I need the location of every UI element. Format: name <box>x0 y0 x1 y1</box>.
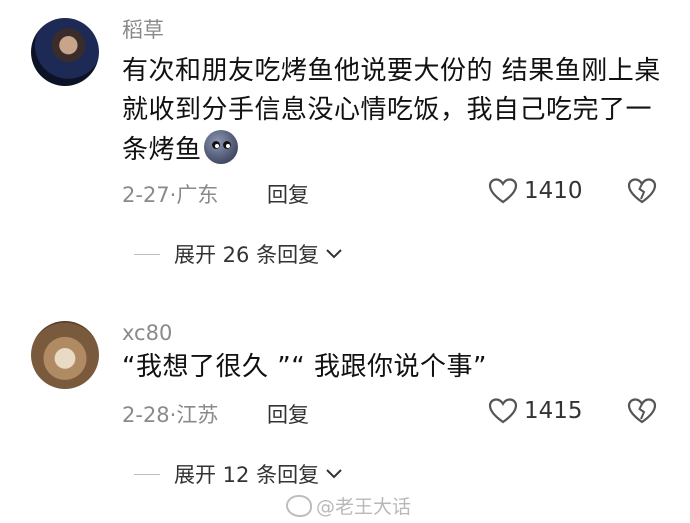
reply-button[interactable]: 回复 <box>267 399 309 429</box>
weibo-logo-icon <box>286 494 312 517</box>
comment-text: “我想了很久 ”“ 我跟你说个事” <box>122 352 487 382</box>
username[interactable]: xc80 <box>122 321 172 345</box>
face-emoji-icon <box>203 130 238 164</box>
comment-text-body: 有次和朋友吃烤鱼他说要大份的 结果鱼刚上桌就收到分手信息没心情吃饭，我自己吃完了… <box>122 56 661 165</box>
username[interactable]: 稻草 <box>122 14 164 44</box>
dislike-button[interactable] <box>627 177 657 210</box>
expand-replies-button[interactable]: 展开 26 条回复 <box>134 239 343 269</box>
expand-replies-button[interactable]: 展开 12 条回复 <box>134 459 343 489</box>
date-location: 2-27·广东 <box>122 183 219 207</box>
chevron-down-icon <box>326 249 342 259</box>
like-count: 1410 <box>524 178 583 204</box>
date-location: 2-28·江苏 <box>122 403 219 427</box>
watermark: @老王大话 <box>286 492 411 519</box>
divider-line <box>134 253 160 255</box>
reply-button[interactable]: 回复 <box>267 179 309 209</box>
divider-line <box>134 473 160 475</box>
comment-meta: 2-27·广东 回复 1410 <box>122 177 690 209</box>
avatar[interactable] <box>31 321 99 389</box>
watermark-text: @老王大话 <box>316 496 412 518</box>
broken-heart-icon <box>627 398 657 424</box>
dislike-button[interactable] <box>627 397 657 430</box>
like-count: 1415 <box>524 398 583 424</box>
expand-replies-label: 展开 12 条回复 <box>174 463 320 487</box>
broken-heart-icon <box>627 178 657 204</box>
avatar[interactable] <box>31 18 99 86</box>
chevron-down-icon <box>326 469 342 479</box>
comment-meta: 2-28·江苏 回复 1415 <box>122 397 690 429</box>
like-button[interactable]: 1415 <box>488 397 583 425</box>
expand-replies-label: 展开 26 条回复 <box>174 243 320 267</box>
like-button[interactable]: 1410 <box>488 177 583 205</box>
comment-text: 有次和朋友吃烤鱼他说要大份的 结果鱼刚上桌就收到分手信息没心情吃饭，我自己吃完了… <box>122 52 667 170</box>
heart-icon <box>488 398 518 424</box>
heart-icon <box>488 178 518 204</box>
